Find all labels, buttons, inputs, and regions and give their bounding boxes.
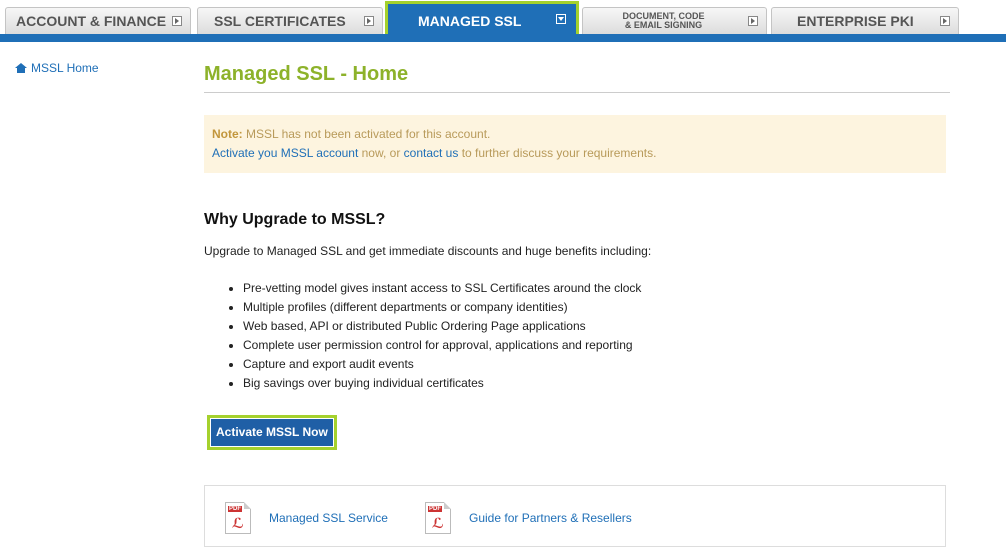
tab-account-finance[interactable]: ACCOUNT & FINANCE <box>5 7 191 34</box>
tab-document-code-email-signing[interactable]: DOCUMENT, CODE & EMAIL SIGNING <box>582 7 767 34</box>
list-item: Complete user permission control for app… <box>243 336 950 355</box>
tab-label: ENTERPRISE PKI <box>797 13 914 29</box>
doc-managed-ssl-service[interactable]: PDF ℒ Managed SSL Service <box>225 502 388 534</box>
pdf-icon: PDF ℒ <box>225 502 251 534</box>
tab-ssl-certificates[interactable]: SSL CERTIFICATES <box>197 7 383 34</box>
list-item: Pre-vetting model gives instant access t… <box>243 279 950 298</box>
top-navigation: ACCOUNT & FINANCE SSL CERTIFICATES MANAG… <box>0 0 1006 43</box>
list-item: Big savings over buying individual certi… <box>243 374 950 393</box>
chevron-right-icon <box>748 16 758 26</box>
list-item: Multiple profiles (different departments… <box>243 298 950 317</box>
tab-label: MANAGED SSL <box>418 13 522 29</box>
benefits-list: Pre-vetting model gives instant access t… <box>243 279 950 393</box>
chevron-down-icon <box>556 14 566 24</box>
chevron-right-icon <box>940 16 950 26</box>
chevron-right-icon <box>364 16 374 26</box>
home-icon <box>15 62 27 74</box>
tab-label: SSL CERTIFICATES <box>214 13 346 29</box>
tab-label: DOCUMENT, CODE & EMAIL SIGNING <box>622 12 704 30</box>
sidebar-item-label: MSSL Home <box>31 61 99 75</box>
note-mid-text: now, or <box>358 146 404 160</box>
tab-enterprise-pki[interactable]: ENTERPRISE PKI <box>771 7 959 34</box>
note-message: MSSL has not been activated for this acc… <box>242 127 491 141</box>
nav-underline <box>0 34 1006 42</box>
activate-account-link[interactable]: Activate you MSSL account <box>212 146 358 160</box>
activation-note: Note: MSSL has not been activated for th… <box>204 115 946 173</box>
doc-guide-partners-resellers[interactable]: PDF ℒ Guide for Partners & Resellers <box>425 502 632 534</box>
list-item: Capture and export audit events <box>243 355 950 374</box>
pdf-icon: PDF ℒ <box>425 502 451 534</box>
activate-button-highlight: Activate MSSL Now <box>207 415 337 450</box>
documents-panel: PDF ℒ Managed SSL Service PDF ℒ Guide for … <box>204 485 946 547</box>
activate-mssl-button[interactable]: Activate MSSL Now <box>210 418 334 447</box>
why-upgrade-heading: Why Upgrade to MSSL? <box>204 211 386 228</box>
note-suffix: to further discuss your requirements. <box>458 146 657 160</box>
list-item: Web based, API or distributed Public Ord… <box>243 317 950 336</box>
page-title: Managed SSL - Home <box>204 63 950 93</box>
tab-label: ACCOUNT & FINANCE <box>16 13 167 29</box>
note-prefix: Note: <box>212 127 243 141</box>
main-content: Managed SSL - Home Note: MSSL has not be… <box>204 63 950 450</box>
sidebar-item-mssl-home[interactable]: MSSL Home <box>15 61 99 75</box>
doc-link-label[interactable]: Managed SSL Service <box>269 511 388 525</box>
chevron-right-icon <box>172 16 182 26</box>
tab-label-line2: & EMAIL SIGNING <box>624 20 703 30</box>
upgrade-intro: Upgrade to Managed SSL and get immediate… <box>204 244 652 258</box>
doc-link-label[interactable]: Guide for Partners & Resellers <box>469 511 632 525</box>
contact-us-link[interactable]: contact us <box>404 146 459 160</box>
